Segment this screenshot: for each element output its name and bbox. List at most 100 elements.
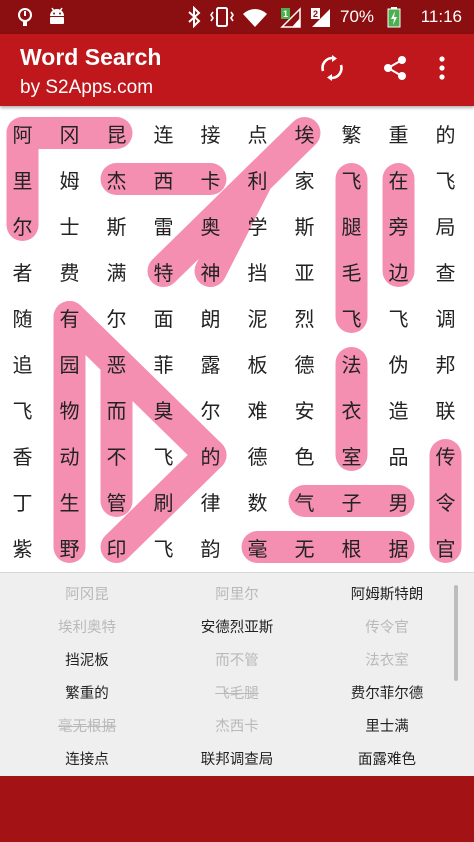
grid-cell[interactable]: 满 (93, 248, 140, 294)
grid-cell[interactable]: 刷 (140, 478, 187, 524)
grid-cell[interactable]: 连 (140, 110, 187, 156)
grid-cell[interactable]: 奥 (187, 202, 234, 248)
grid-cell[interactable]: 色 (281, 432, 328, 478)
grid-cell[interactable]: 调 (422, 294, 469, 340)
grid-cell[interactable]: 重 (375, 110, 422, 156)
grid-cell[interactable]: 难 (234, 386, 281, 432)
grid-cell[interactable]: 昆 (93, 110, 140, 156)
grid-cell[interactable]: 烈 (281, 294, 328, 340)
grid-cell[interactable]: 杰 (93, 156, 140, 202)
grid-cell[interactable]: 物 (46, 386, 93, 432)
grid-cell[interactable]: 管 (93, 478, 140, 524)
grid-cell[interactable]: 动 (46, 432, 93, 478)
grid-cell[interactable]: 而 (93, 386, 140, 432)
grid-cell[interactable]: 露 (187, 340, 234, 386)
grid-cell[interactable]: 飞 (0, 386, 46, 432)
grid-cell[interactable]: 法 (328, 340, 375, 386)
grid-cell[interactable]: 追 (0, 340, 46, 386)
grid-cell[interactable]: 埃 (281, 110, 328, 156)
grid-cell[interactable]: 飞 (328, 156, 375, 202)
grid-cell[interactable]: 无 (281, 524, 328, 570)
grid-cell[interactable]: 有 (46, 294, 93, 340)
refresh-button[interactable] (314, 52, 350, 88)
grid-cell[interactable]: 气 (281, 478, 328, 524)
grid-cell[interactable]: 局 (422, 202, 469, 248)
grid-cell[interactable]: 衣 (328, 386, 375, 432)
grid-cell[interactable]: 伪 (375, 340, 422, 386)
grid-cell[interactable]: 的 (422, 110, 469, 156)
grid-cell[interactable]: 者 (0, 248, 46, 294)
grid-cell[interactable]: 西 (140, 156, 187, 202)
grid-cell[interactable]: 根 (328, 524, 375, 570)
grid-cell[interactable]: 臭 (140, 386, 187, 432)
grid-cell[interactable]: 韵 (187, 524, 234, 570)
grid-cell[interactable]: 神 (187, 248, 234, 294)
grid-cell[interactable]: 律 (187, 478, 234, 524)
grid-cell[interactable]: 朗 (187, 294, 234, 340)
grid-cell[interactable]: 毛 (328, 248, 375, 294)
grid-cell[interactable]: 泥 (234, 294, 281, 340)
grid-cell[interactable]: 板 (234, 340, 281, 386)
grid-cell[interactable]: 恶 (93, 340, 140, 386)
grid-cell[interactable]: 造 (375, 386, 422, 432)
grid-cell[interactable]: 室 (328, 432, 375, 478)
grid-cell[interactable]: 尔 (0, 202, 46, 248)
grid-cell[interactable]: 毫 (234, 524, 281, 570)
share-button[interactable] (377, 52, 413, 88)
grid-cell[interactable]: 士 (46, 202, 93, 248)
grid-cell[interactable]: 斯 (93, 202, 140, 248)
grid-cell[interactable]: 男 (375, 478, 422, 524)
grid-cell[interactable]: 点 (234, 110, 281, 156)
grid-cell[interactable]: 家 (281, 156, 328, 202)
grid-cell[interactable]: 数 (234, 478, 281, 524)
grid-cell[interactable]: 邦 (422, 340, 469, 386)
grid-cell[interactable]: 学 (234, 202, 281, 248)
grid-cell[interactable]: 雷 (140, 202, 187, 248)
grid-cell[interactable]: 冈 (46, 110, 93, 156)
grid-cell[interactable]: 的 (187, 432, 234, 478)
grid-cell[interactable]: 边 (375, 248, 422, 294)
grid-cell[interactable]: 飞 (375, 294, 422, 340)
grid-cell[interactable]: 特 (140, 248, 187, 294)
grid-cell[interactable]: 随 (0, 294, 46, 340)
grid-cell[interactable]: 菲 (140, 340, 187, 386)
grid-cell[interactable]: 德 (281, 340, 328, 386)
grid-cell[interactable]: 尔 (187, 386, 234, 432)
grid-cell[interactable]: 子 (328, 478, 375, 524)
grid-cell[interactable]: 挡 (234, 248, 281, 294)
grid-cell[interactable]: 香 (0, 432, 46, 478)
grid-cell[interactable]: 不 (93, 432, 140, 478)
grid-cell[interactable]: 在 (375, 156, 422, 202)
grid-cell[interactable]: 腿 (328, 202, 375, 248)
grid-cell[interactable]: 费 (46, 248, 93, 294)
more-options-button[interactable] (424, 52, 460, 88)
grid-cell[interactable]: 官 (422, 524, 469, 570)
grid-cell[interactable]: 接 (187, 110, 234, 156)
grid-cell[interactable]: 令 (422, 478, 469, 524)
grid-cell[interactable]: 传 (422, 432, 469, 478)
grid-cell[interactable]: 面 (140, 294, 187, 340)
grid-cell[interactable]: 紫 (0, 524, 46, 570)
grid-cell[interactable]: 斯 (281, 202, 328, 248)
grid-cell[interactable]: 据 (375, 524, 422, 570)
grid-cell[interactable]: 德 (234, 432, 281, 478)
grid-cell[interactable]: 园 (46, 340, 93, 386)
grid-cell[interactable]: 品 (375, 432, 422, 478)
grid-cell[interactable]: 尔 (93, 294, 140, 340)
grid-cell[interactable]: 亚 (281, 248, 328, 294)
grid-cell[interactable]: 繁 (328, 110, 375, 156)
grid-cell[interactable]: 印 (93, 524, 140, 570)
grid-cell[interactable]: 丁 (0, 478, 46, 524)
grid-cell[interactable]: 飞 (328, 294, 375, 340)
grid-cell[interactable]: 查 (422, 248, 469, 294)
grid-cell[interactable]: 生 (46, 478, 93, 524)
letter-grid[interactable]: 阿冈昆连接点埃繁重的里姆杰西卡利家飞在飞尔士斯雷奥学斯腿旁局者费满特神挡亚毛边查… (0, 106, 474, 572)
grid-cell[interactable]: 飞 (140, 432, 187, 478)
grid-cell[interactable]: 旁 (375, 202, 422, 248)
grid-cell[interactable]: 野 (46, 524, 93, 570)
grid-cell[interactable]: 利 (234, 156, 281, 202)
grid-cell[interactable]: 安 (281, 386, 328, 432)
grid-cell[interactable]: 联 (422, 386, 469, 432)
grid-cell[interactable]: 飞 (140, 524, 187, 570)
grid-cell[interactable]: 卡 (187, 156, 234, 202)
